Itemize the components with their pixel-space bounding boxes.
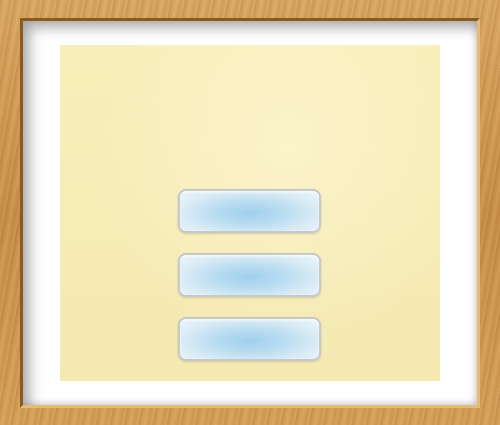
menu-button-3[interactable]	[178, 317, 321, 361]
menu-button-2[interactable]	[178, 253, 321, 297]
menu-button-1[interactable]	[178, 189, 321, 233]
